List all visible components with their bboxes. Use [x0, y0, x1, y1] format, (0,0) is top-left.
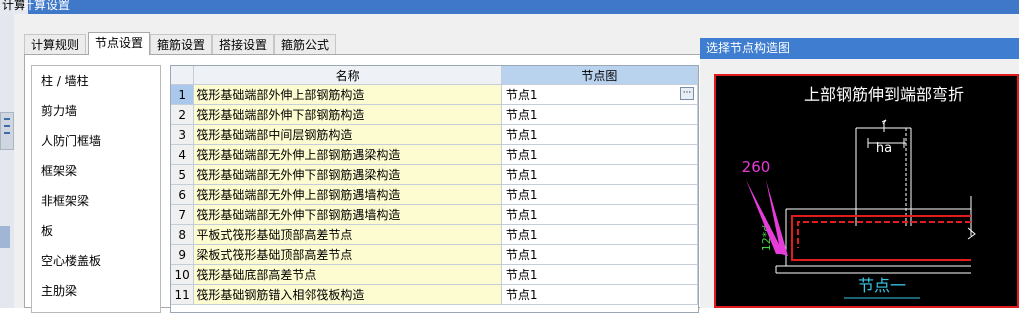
- category-item[interactable]: 柱 / 墙柱: [32, 66, 160, 96]
- tab-calc-rules[interactable]: 计算规则: [24, 34, 87, 54]
- row-node-value[interactable]: 节点1: [501, 184, 698, 205]
- node-panel-header: 选择节点构造图: [700, 38, 1019, 59]
- category-item[interactable]: 空心楼盖板: [32, 246, 160, 276]
- row-number: 2: [171, 104, 195, 125]
- row-number: 7: [171, 204, 195, 225]
- row-name[interactable]: 梁板式筏形基础顶部高差节点: [193, 244, 502, 265]
- row-number: 8: [171, 224, 195, 245]
- row-name[interactable]: 平板式筏形基础顶部高差节点: [193, 224, 502, 245]
- category-item[interactable]: 框架梁: [32, 156, 160, 186]
- row-node-value[interactable]: 节点1: [501, 204, 698, 225]
- table-row[interactable]: 10 筏形基础底部高差节点 节点1: [171, 264, 698, 285]
- row-node-value[interactable]: 节点1: [501, 264, 698, 285]
- table-row[interactable]: 1 筏形基础端部外伸上部钢筋构造 节点1 ···: [171, 84, 698, 105]
- row-name[interactable]: 筏形基础端部无外伸下部钢筋遇墙构造: [193, 204, 502, 225]
- annotation-value: 260: [742, 158, 771, 176]
- list-view-icon[interactable]: [0, 112, 14, 150]
- row-node-value: 节点1: [505, 88, 538, 102]
- title-bar: 计算 计算设置: [0, 0, 1019, 14]
- table-row[interactable]: 8 平板式筏形基础顶部高差节点 节点1: [171, 224, 698, 245]
- row-node-value[interactable]: 节点1: [501, 284, 698, 305]
- tab-node-settings[interactable]: 节点设置: [88, 32, 151, 55]
- row-number: 9: [171, 244, 195, 265]
- diagram-caption[interactable]: 节点一: [858, 276, 906, 295]
- row-node-value[interactable]: 节点1: [501, 124, 698, 145]
- row-name[interactable]: 筏形基础端部无外伸上部钢筋遇梁构造: [193, 144, 502, 165]
- dialog-title: 计算设置: [22, 0, 71, 12]
- background-window-strip: [0, 14, 14, 308]
- row-number: 6: [171, 184, 195, 205]
- category-item[interactable]: 剪力墙: [32, 96, 160, 126]
- row-node-value[interactable]: 节点1: [501, 104, 698, 125]
- node-diagram-frame[interactable]: 上部钢筋伸到端部弯折 ha 12*d 260 节点一: [714, 74, 1019, 308]
- node-diagram-panel: 选择节点构造图 上部钢筋伸到端部弯折 ha 12*d 260 节点一: [700, 38, 1019, 308]
- table-row[interactable]: 7 筏形基础端部无外伸下部钢筋遇墙构造 节点1: [171, 204, 698, 225]
- row-node-cell[interactable]: 节点1 ···: [501, 84, 698, 105]
- ellipsis-button[interactable]: ···: [680, 87, 694, 100]
- row-number: 10: [171, 264, 195, 285]
- table-row[interactable]: 11 筏形基础钢筋错入相邻筏板构造 节点1: [171, 284, 698, 305]
- row-name[interactable]: 筏形基础端部无外伸下部钢筋遇梁构造: [193, 164, 502, 185]
- background-selection: [0, 226, 10, 248]
- row-number: 3: [171, 124, 195, 145]
- table-row[interactable]: 3 筏形基础端部中间层钢筋构造 节点1: [171, 124, 698, 145]
- row-name[interactable]: 筏形基础钢筋错入相邻筏板构造: [193, 284, 502, 305]
- node-settings-panel: 柱 / 墙柱 剪力墙 人防门框墙 框架梁 非框架梁 板 空心楼盖板 主肋梁 名称…: [24, 54, 714, 313]
- node-diagram: 上部钢筋伸到端部弯折 ha 12*d 260 节点一: [742, 85, 976, 299]
- row-number: 5: [171, 164, 195, 185]
- row-number: 4: [171, 144, 195, 165]
- table-row[interactable]: 6 筏形基础端部无外伸上部钢筋遇墙构造 节点1: [171, 184, 698, 205]
- column-header-name[interactable]: 名称: [193, 66, 502, 85]
- ha-label: ha: [876, 141, 892, 156]
- row-number: 1: [171, 84, 195, 105]
- row-name[interactable]: 筏形基础端部无外伸上部钢筋遇墙构造: [193, 184, 502, 205]
- table-row[interactable]: 4 筏形基础端部无外伸上部钢筋遇梁构造 节点1: [171, 144, 698, 165]
- row-node-value[interactable]: 节点1: [501, 224, 698, 245]
- row-node-value[interactable]: 节点1: [501, 164, 698, 185]
- category-item[interactable]: 非框架梁: [32, 186, 160, 216]
- row-name[interactable]: 筏形基础底部高差节点: [193, 264, 502, 285]
- break-mark-icon: [881, 119, 887, 125]
- table-row[interactable]: 2 筏形基础端部外伸下部钢筋构造 节点1: [171, 104, 698, 125]
- diagram-title: 上部钢筋伸到端部弯折: [804, 85, 964, 104]
- table-row[interactable]: 9 梁板式筏形基础顶部高差节点 节点1: [171, 244, 698, 265]
- category-item[interactable]: 主肋梁: [32, 276, 160, 306]
- row-node-value[interactable]: 节点1: [501, 244, 698, 265]
- corner-header: [171, 66, 195, 85]
- node-grid: 名称 节点图 1 筏形基础端部外伸上部钢筋构造 节点1 ··· 2 筏形基础端部…: [170, 65, 699, 313]
- row-name[interactable]: 筏形基础端部外伸下部钢筋构造: [193, 104, 502, 125]
- tab-stirrup-formula[interactable]: 箍筋公式: [274, 34, 337, 54]
- category-item[interactable]: 板: [32, 216, 160, 246]
- category-list[interactable]: 柱 / 墙柱 剪力墙 人防门框墙 框架梁 非框架梁 板 空心楼盖板 主肋梁: [31, 65, 161, 313]
- row-number: 11: [171, 284, 195, 305]
- row-node-value[interactable]: 节点1: [501, 144, 698, 165]
- rebar-outer: [791, 215, 971, 261]
- tab-stirrup-settings[interactable]: 箍筋设置: [150, 34, 213, 54]
- row-name[interactable]: 筏形基础端部中间层钢筋构造: [193, 124, 502, 145]
- category-item[interactable]: 人防门框墙: [32, 126, 160, 156]
- rebar-inner: [797, 221, 971, 248]
- column-header-node[interactable]: 节点图: [501, 66, 698, 85]
- table-row[interactable]: 5 筏形基础端部无外伸下部钢筋遇梁构造 节点1: [171, 164, 698, 185]
- tab-lap-settings[interactable]: 搭接设置: [212, 34, 275, 54]
- row-name[interactable]: 筏形基础端部外伸上部钢筋构造: [193, 84, 502, 105]
